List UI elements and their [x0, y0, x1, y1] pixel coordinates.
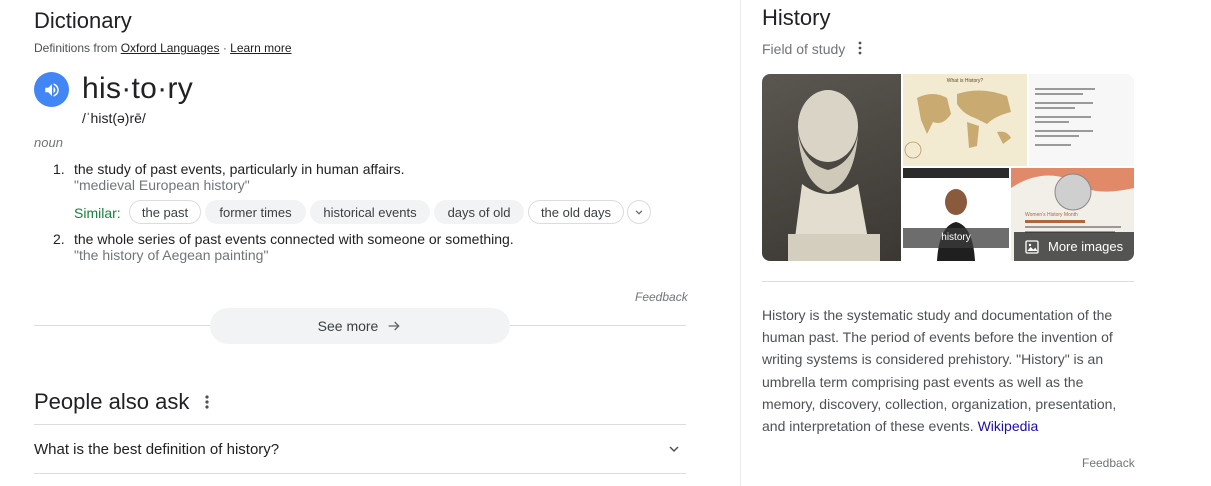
similar-chip[interactable]: days of old — [434, 200, 524, 224]
womens-caption: Women's History Month — [1025, 212, 1078, 218]
chevron-down-icon[interactable] — [666, 441, 682, 457]
knowledge-panel-title: History — [762, 5, 831, 30]
divider — [34, 424, 686, 425]
definition-slide-image[interactable] — [1029, 74, 1134, 166]
dictionary-title: Dictionary — [34, 8, 132, 33]
sense-definition: the whole series of past events connecte… — [74, 231, 514, 247]
oxford-languages-link[interactable]: Oxford Languages — [121, 41, 220, 55]
video-illustration — [903, 178, 1009, 261]
knowledge-panel-description: History is the systematic study and docu… — [762, 304, 1134, 437]
paa-question[interactable]: What is the best definition of history? — [34, 441, 279, 458]
map-illustration — [904, 90, 1011, 159]
herodotus-bust-image[interactable] — [762, 74, 901, 261]
more-images-label: More images — [1048, 239, 1124, 254]
similar-chip[interactable]: the past — [129, 200, 201, 224]
similar-chip[interactable]: former times — [205, 200, 306, 224]
more-vert-icon[interactable] — [200, 394, 214, 410]
wikipedia-link[interactable]: Wikipedia — [978, 418, 1039, 434]
knowledge-panel-subtitle: Field of study — [762, 41, 846, 57]
history-video-thumbnail[interactable]: history — [903, 168, 1009, 261]
column-separator — [740, 0, 741, 486]
more-vert-icon[interactable] — [855, 40, 865, 56]
slide-illustration — [1035, 88, 1095, 146]
learn-more-link[interactable]: Learn more — [230, 41, 291, 55]
description-text: History is the systematic study and docu… — [762, 307, 1117, 435]
part-of-speech: noun — [34, 135, 63, 150]
knowledge-panel-feedback-link[interactable]: Feedback — [1082, 456, 1135, 470]
similar-chip[interactable]: historical events — [310, 200, 430, 224]
map-caption: What is History? — [946, 78, 984, 84]
source-separator: · — [222, 41, 227, 55]
sense-number: 2. — [53, 231, 65, 247]
see-more-label: See more — [317, 318, 379, 334]
sense-number: 1. — [53, 161, 65, 177]
expand-similar-button[interactable] — [627, 200, 651, 224]
people-also-ask-title: People also ask — [34, 389, 190, 414]
headword: his·to·ry — [82, 72, 194, 105]
more-images-button[interactable]: More images — [1014, 232, 1134, 261]
sense-example: "medieval European history" — [74, 177, 250, 193]
chevron-down-icon — [635, 210, 643, 215]
pronunciation: /ˈhist(ə)rē/ — [82, 110, 146, 126]
image-gallery: What is History? history Women's History… — [762, 74, 1134, 261]
dictionary-feedback-link[interactable]: Feedback — [635, 290, 688, 304]
world-map-image[interactable]: What is History? — [903, 74, 1027, 166]
similar-chip[interactable]: the old days — [528, 200, 624, 224]
divider — [34, 473, 686, 474]
definitions-source: Definitions from Oxford Languages · Lear… — [34, 41, 292, 55]
source-prefix: Definitions from — [34, 41, 118, 55]
image-icon — [1025, 239, 1039, 254]
arrow-right-icon — [389, 321, 400, 331]
bust-illustration — [788, 90, 880, 261]
divider — [762, 281, 1134, 282]
speaker-icon — [44, 82, 59, 97]
see-more-button[interactable]: See more — [210, 308, 510, 344]
video-label: history — [941, 232, 971, 243]
similar-label: Similar: — [74, 205, 121, 221]
sense-definition: the study of past events, particularly i… — [74, 161, 405, 177]
sense-example: "the history of Aegean painting" — [74, 247, 269, 263]
pronunciation-audio-button[interactable] — [34, 72, 69, 107]
